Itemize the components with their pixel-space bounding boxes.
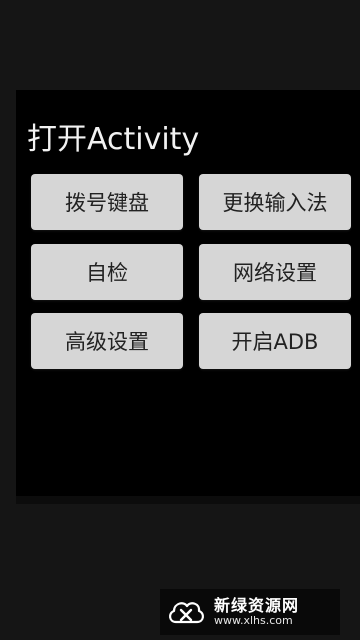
advanced-settings-button[interactable]: 高级设置 [31,313,183,369]
watermark: 新绿资源网 www.xlhs.com [160,589,340,635]
self-test-button[interactable]: 自检 [31,244,183,300]
watermark-name: 新绿资源网 [214,596,300,616]
change-input-method-button-label: 更换输入法 [222,191,328,215]
page-title: 打开Activity [27,122,200,157]
enable-adb-button-label: 开启ADB [231,330,319,354]
advanced-settings-button-label: 高级设置 [65,330,149,354]
change-input-method-button[interactable]: 更换输入法 [199,174,351,230]
cloud-x-logo-icon [169,602,204,624]
dial-keypad-button-label: 拨号键盘 [65,191,149,215]
panel-bottom-edge [16,496,360,504]
screen: 打开Activity 拨号键盘 更换输入法 自检 网络设置 高级设置 开启ADB… [0,0,360,640]
enable-adb-button[interactable]: 开启ADB [199,313,351,369]
dial-keypad-button[interactable]: 拨号键盘 [31,174,183,230]
network-settings-button-label: 网络设置 [233,261,317,285]
watermark-url: www.xlhs.com [214,613,293,627]
network-settings-button[interactable]: 网络设置 [199,244,351,300]
watermark-text: 新绿资源网 www.xlhs.com [214,597,299,627]
self-test-button-label: 自检 [86,261,128,285]
